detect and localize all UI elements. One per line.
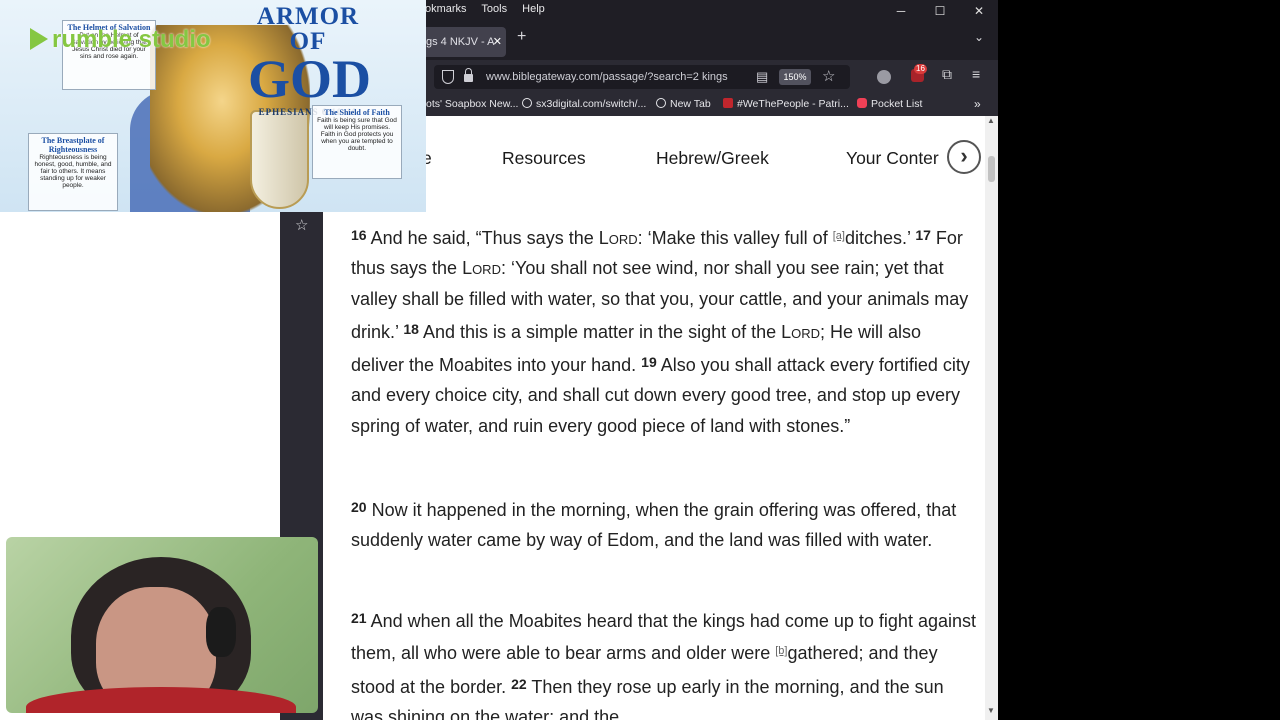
rumble-play-icon — [30, 28, 48, 50]
rumble-brand-text: rumble studio — [52, 26, 211, 53]
resnav-item-your-content[interactable]: Your Conter — [846, 148, 939, 169]
globe-icon — [656, 98, 666, 108]
verse-text: Now it happened in the morning, when the… — [351, 500, 957, 551]
paragraph-verses-16-19: 16 And he said, “Thus says the Lord: ‘Ma… — [351, 220, 977, 441]
webcam-feed — [6, 537, 318, 713]
bookmark-wethepeople[interactable]: #WeThePeople - Patri... — [723, 98, 849, 110]
scrollbar-thumb[interactable] — [988, 156, 995, 182]
menu-bar: okmarks Tools Help — [425, 3, 557, 15]
verse-number: 17 — [915, 227, 931, 243]
minimize-button[interactable]: ─ — [882, 2, 920, 20]
passage-text: 16 And he said, “Thus says the Lord: ‘Ma… — [331, 210, 985, 720]
bookmarks-overflow-button[interactable]: » — [974, 97, 981, 111]
armor-title-line-1: ARMOR OF — [256, 3, 360, 55]
bookmark-soapbox[interactable]: ots' Soapbox New... — [426, 98, 518, 110]
bookmark-label: ots' Soapbox New... — [426, 98, 519, 110]
bookmark-label: Pocket List — [871, 98, 923, 110]
globe-icon — [522, 98, 532, 108]
list-all-tabs-button[interactable]: ⌄ — [974, 30, 984, 44]
account-avatar-icon[interactable] — [877, 70, 891, 84]
reader-view-icon[interactable]: ▤ — [756, 65, 768, 89]
armor-of-god-title: ARMOR OF GOD EPHESIANS 6:10-18 — [248, 3, 372, 117]
shield-card-text: Faith is being sure that God will keep H… — [317, 117, 397, 152]
hamburger-menu-icon[interactable]: ≡ — [972, 66, 980, 82]
bookmark-label: #WeThePeople - Patri... — [737, 98, 849, 110]
scroll-down-icon[interactable]: ▼ — [987, 706, 995, 715]
vertical-scrollbar[interactable]: ▲ ▼ — [985, 116, 998, 720]
resnav-item-resources[interactable]: Resources — [502, 148, 586, 169]
headset-icon — [206, 607, 236, 657]
verse-number: 16 — [351, 227, 367, 243]
verse-text: : ‘Make this valley full of — [637, 228, 833, 248]
url-bar[interactable]: www.biblegateway.com/passage/?search=2 k… — [434, 65, 850, 89]
new-tab-button[interactable]: + — [517, 28, 526, 46]
verse-number: 22 — [511, 675, 527, 692]
paragraph-verses-21-22: 21 And when all the Moabites heard that … — [351, 603, 977, 720]
site-favicon-icon — [723, 98, 733, 108]
tab-close-button[interactable]: ✕ — [493, 27, 502, 57]
menu-tools[interactable]: Tools — [481, 3, 507, 15]
lord-small-caps: Lord — [781, 321, 821, 342]
resource-navigation: e Resources Hebrew/Greek Your Conter › — [330, 116, 985, 198]
bookmark-sx3digital[interactable]: sx3digital.com/switch/... — [522, 98, 646, 110]
pocket-icon — [857, 98, 867, 108]
webcam-person-shirt — [26, 687, 296, 713]
armor-title-line-2: GOD — [248, 49, 372, 109]
verse-text: ditches.’ — [844, 228, 916, 248]
verse-text: And he said, “Thus says the — [370, 228, 599, 248]
lord-small-caps: Lord — [462, 258, 501, 279]
bookmark-label: sx3digital.com/switch/... — [536, 98, 647, 110]
breastplate-text: Righteousness is being honest, good, hum… — [34, 154, 112, 189]
verse-text: And this is a simple matter in the sight… — [422, 321, 782, 342]
zoom-level-badge[interactable]: 150% — [779, 69, 811, 85]
extensions-puzzle-icon[interactable]: ⧉ — [942, 66, 952, 83]
scroll-up-icon[interactable]: ▲ — [987, 116, 995, 125]
tab-bible-gateway[interactable]: gs 4 NKJV - A ✕ — [420, 27, 506, 57]
chevron-right-icon[interactable]: › — [947, 140, 981, 174]
bookmark-star-icon[interactable]: ☆ — [822, 65, 835, 89]
verse-number: 21 — [351, 610, 367, 626]
footnote-link[interactable]: [a] — [833, 230, 845, 242]
close-window-button[interactable]: ✕ — [960, 2, 998, 20]
bookmark-new-tab[interactable]: New Tab — [656, 98, 711, 110]
maximize-button[interactable]: ☐ — [921, 2, 959, 20]
breastplate-title: The Breastplate of Righteousness — [41, 136, 105, 154]
star-icon[interactable]: ☆ — [295, 216, 308, 234]
notification-count-badge: 16 — [914, 64, 927, 74]
tracking-protection-shield-icon[interactable] — [442, 70, 454, 84]
rumble-studio-logo: rumble studio — [30, 26, 211, 54]
armor-of-god-banner: ARMOR OF GOD EPHESIANS 6:10-18 The Helme… — [0, 0, 426, 212]
shield-illustration — [250, 110, 309, 209]
menu-bookmarks[interactable]: okmarks — [425, 3, 467, 15]
lock-icon[interactable] — [464, 68, 473, 82]
bookmark-pocket-list[interactable]: Pocket List — [857, 98, 922, 110]
paragraph-verse-20: 20 Now it happened in the morning, when … — [351, 492, 977, 556]
resnav-item-hebrew-greek[interactable]: Hebrew/Greek — [656, 148, 769, 169]
shield-card: The Shield of Faith Faith is being sure … — [312, 105, 402, 179]
verse-number: 19 — [641, 354, 657, 371]
shield-card-title: The Shield of Faith — [324, 108, 390, 117]
bookmark-label: New Tab — [670, 98, 711, 110]
lord-small-caps: Lord — [598, 228, 638, 248]
menu-help[interactable]: Help — [522, 3, 545, 15]
verse-number: 18 — [403, 320, 419, 337]
footnote-link[interactable]: [b] — [775, 645, 787, 657]
tab-title: gs 4 NKJV - A — [426, 36, 495, 48]
url-text[interactable]: www.biblegateway.com/passage/?search=2 k… — [486, 65, 742, 89]
breastplate-card: The Breastplate of Righteousness Righteo… — [28, 133, 118, 211]
verse-number: 20 — [351, 499, 367, 515]
